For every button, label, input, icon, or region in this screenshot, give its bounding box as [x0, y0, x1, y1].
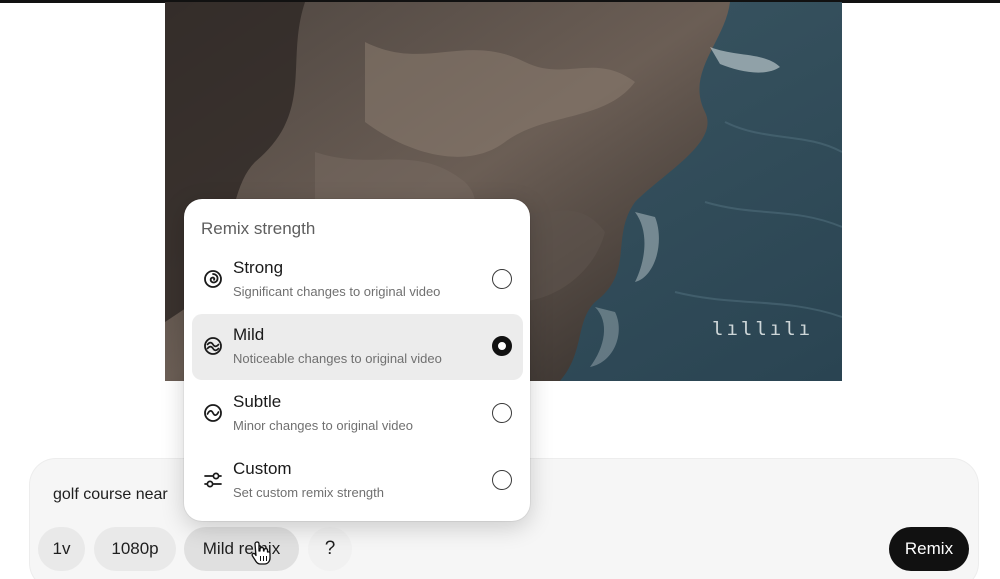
option-strong[interactable]: Strong Significant changes to original v… [192, 247, 523, 313]
remix-strength-menu: Remix strength Strong Significant change… [184, 199, 530, 521]
double-wave-icon [204, 337, 222, 355]
spiral-icon [204, 270, 222, 288]
help-button[interactable]: ? [308, 527, 352, 571]
menu-title: Remix strength [201, 219, 316, 238]
option-description: Noticeable changes to original video [233, 351, 442, 366]
option-label: Custom [233, 459, 292, 478]
resolution-chip[interactable]: 1080p [94, 527, 176, 571]
option-label: Mild [233, 325, 265, 344]
hand-cursor-icon [251, 541, 271, 565]
remix-screen: lıllılı golf course near 1v 1080p Mild r… [0, 0, 1000, 579]
video-watermark: lıllılı [712, 318, 814, 340]
single-wave-icon [204, 404, 222, 422]
option-description: Minor changes to original video [233, 418, 413, 433]
option-subtle[interactable]: Subtle Minor changes to original video [192, 381, 523, 447]
version-chip[interactable]: 1v [38, 527, 85, 571]
remix-submit-button[interactable]: Remix [889, 527, 969, 571]
prompt-input[interactable]: golf course near [53, 486, 168, 504]
option-mild[interactable]: Mild Noticeable changes to original vide… [192, 314, 523, 380]
option-description: Significant changes to original video [233, 284, 441, 299]
option-radio[interactable] [492, 470, 512, 490]
option-custom[interactable]: Custom Set custom remix strength [192, 448, 523, 514]
option-radio[interactable] [492, 269, 512, 289]
sliders-icon [204, 472, 222, 488]
option-radio[interactable] [492, 403, 512, 423]
option-label: Subtle [233, 392, 282, 411]
option-label: Strong [233, 258, 284, 277]
option-description: Set custom remix strength [233, 485, 384, 500]
remix-strength-chip[interactable]: Mild remix [184, 527, 299, 571]
option-radio-selected[interactable] [492, 336, 512, 356]
